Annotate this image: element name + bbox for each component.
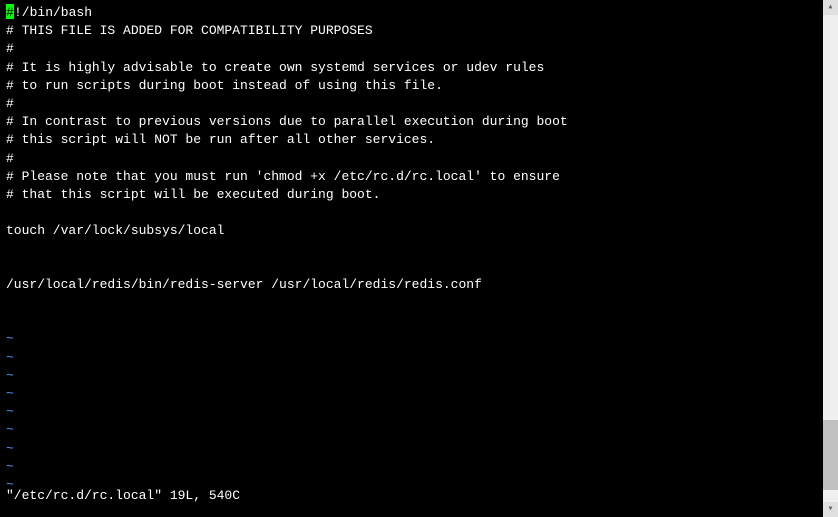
- empty-line-tilde: ~: [6, 367, 832, 385]
- file-line-5: # to run scripts during boot instead of …: [6, 77, 832, 95]
- vim-status-line: "/etc/rc.d/rc.local" 19L, 540C: [6, 487, 240, 505]
- file-line-6: #: [6, 95, 832, 113]
- file-line-1: #!/bin/bash: [6, 4, 832, 22]
- scrollbar-arrow-down-icon[interactable]: ▾: [823, 502, 838, 517]
- file-line-14: [6, 240, 832, 258]
- file-line-3: #: [6, 40, 832, 58]
- empty-line-tilde: ~: [6, 440, 832, 458]
- vertical-scrollbar[interactable]: ▴ ▾: [823, 0, 838, 517]
- file-line-12: [6, 204, 832, 222]
- file-line-10: # Please note that you must run 'chmod +…: [6, 168, 832, 186]
- empty-line-tilde: ~: [6, 421, 832, 439]
- file-line-18: [6, 312, 832, 330]
- empty-line-tilde: ~: [6, 330, 832, 348]
- vim-editor[interactable]: #!/bin/bash # THIS FILE IS ADDED FOR COM…: [0, 0, 838, 517]
- file-line-9: #: [6, 150, 832, 168]
- file-line-11: # that this script will be executed duri…: [6, 186, 832, 204]
- file-line-7: # In contrast to previous versions due t…: [6, 113, 832, 131]
- file-line-17: [6, 294, 832, 312]
- file-line-16: /usr/local/redis/bin/redis-server /usr/l…: [6, 276, 832, 294]
- scrollbar-thumb[interactable]: [823, 420, 838, 490]
- cursor: #: [6, 4, 14, 19]
- line-text: !/bin/bash: [14, 4, 92, 22]
- file-line-4: # It is highly advisable to create own s…: [6, 59, 832, 77]
- file-line-8: # this script will NOT be run after all …: [6, 131, 832, 149]
- empty-line-tilde: ~: [6, 385, 832, 403]
- empty-line-tilde: ~: [6, 458, 832, 476]
- scrollbar-arrow-up-icon[interactable]: ▴: [823, 0, 838, 15]
- empty-line-tilde: ~: [6, 349, 832, 367]
- empty-line-tilde: ~: [6, 403, 832, 421]
- file-line-2: # THIS FILE IS ADDED FOR COMPATIBILITY P…: [6, 22, 832, 40]
- file-line-13: touch /var/lock/subsys/local: [6, 222, 832, 240]
- file-line-15: [6, 258, 832, 276]
